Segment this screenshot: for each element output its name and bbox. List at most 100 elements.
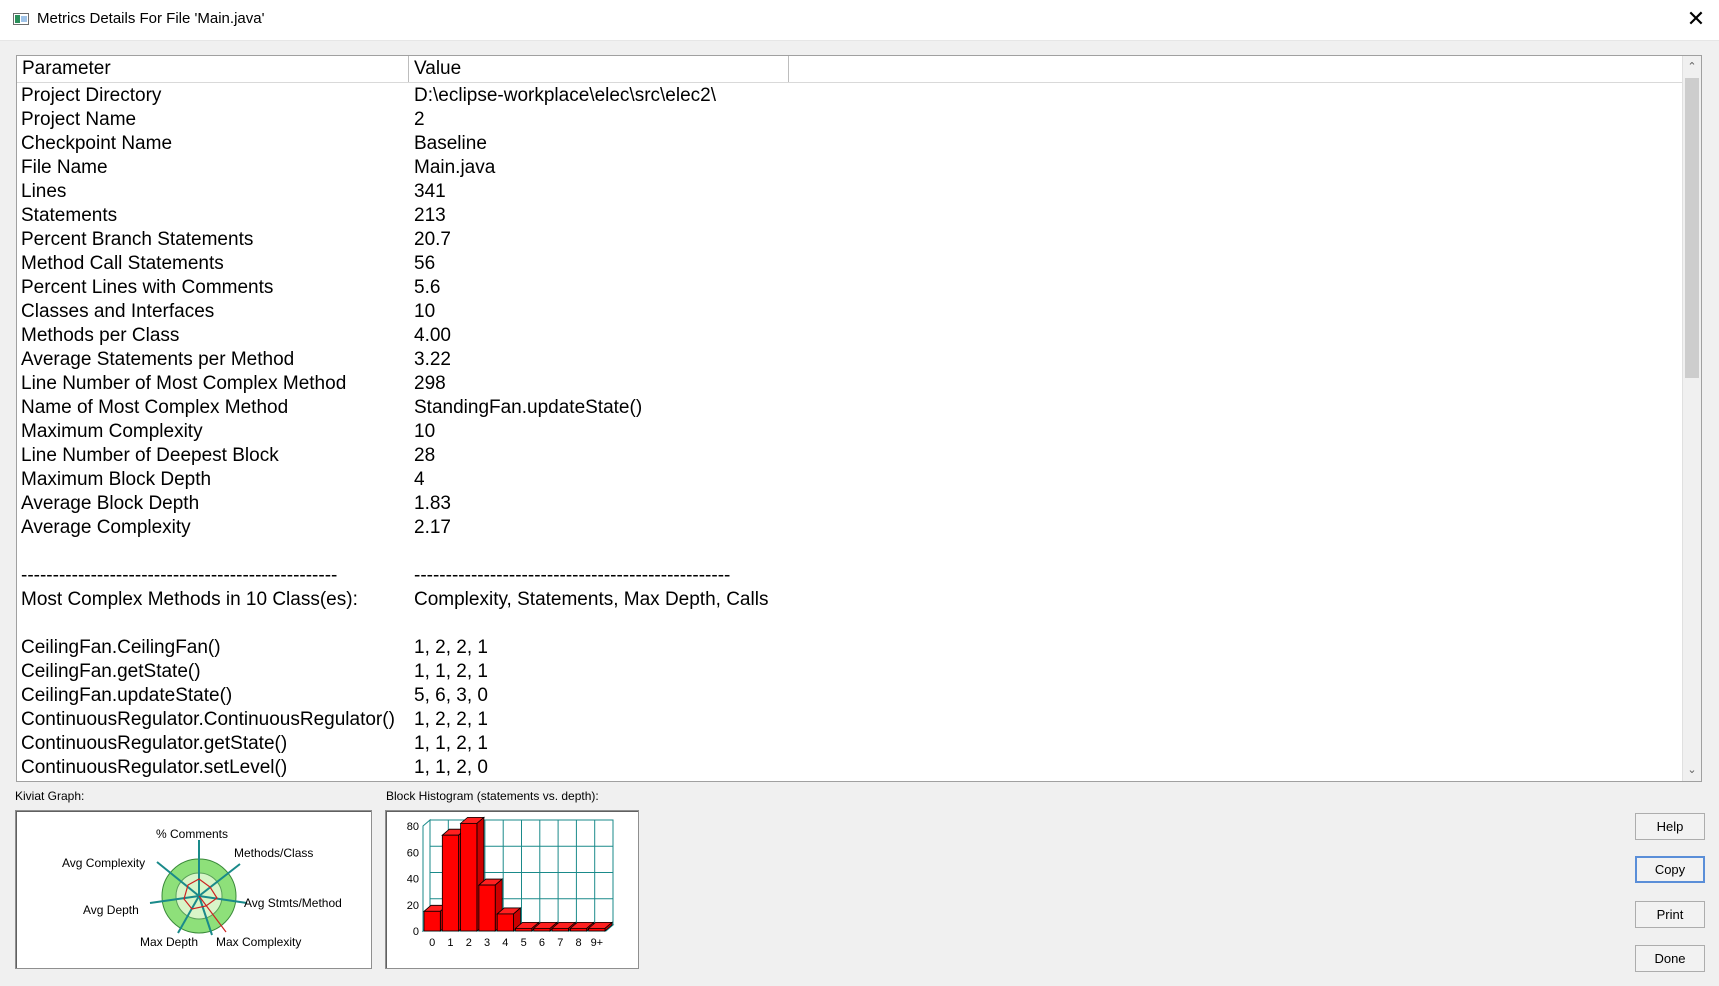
kiviat-axis-avg-stmts: Avg Stmts/Method — [244, 896, 342, 910]
table-row[interactable]: Lines 341 — [17, 180, 1685, 204]
kiviat-svg: % Comments Methods/Class Avg Stmts/Metho… — [62, 827, 342, 949]
parameter-cell: Average Block Depth — [21, 493, 200, 514]
value-cell: 341 — [414, 181, 446, 202]
histogram-label: Block Histogram (statements vs. depth): — [386, 789, 599, 803]
table-row[interactable]: Percent Branch Statements 20.7 — [17, 228, 1685, 252]
histogram-x-tick: 4 — [502, 937, 508, 949]
table-row[interactable]: Statements 213 — [17, 204, 1685, 228]
histogram-svg: 8060402000 1 2 3 4 5 6 7 8 9+ — [407, 816, 615, 949]
table-row[interactable]: Project Directory D:\eclipse-workplace\el… — [17, 84, 1685, 108]
parameter-cell: Name of Most Complex Method — [21, 397, 289, 418]
parameter-cell: Most Complex Methods in 10 Class(es): — [21, 589, 358, 610]
value-cell: ----------------------------------------… — [414, 565, 731, 586]
parameter-cell: Percent Branch Statements — [21, 229, 254, 250]
value-cell: 1, 1, 2, 1 — [414, 661, 488, 682]
parameter-cell: Maximum Block Depth — [21, 469, 212, 490]
table-row[interactable]: Project Name 2 — [17, 108, 1685, 132]
column-header-parameter[interactable]: Parameter — [17, 56, 409, 82]
column-header-value[interactable]: Value — [409, 56, 789, 82]
histogram-x-tick: 2 — [466, 937, 472, 949]
table-row[interactable]: ContinuousRegulator.getState() 1, 1, 2, 1 — [17, 732, 1685, 756]
parameter-cell: CeilingFan.updateState() — [21, 685, 233, 706]
scroll-thumb[interactable] — [1685, 78, 1699, 378]
table-body: Project Directory D:\eclipse-workplace\el… — [17, 84, 1685, 780]
histogram-x-tick: 0 — [429, 937, 435, 949]
table-row[interactable]: CeilingFan.updateState() 5, 6, 3, 0 — [17, 684, 1685, 708]
table-row[interactable]: Line Number of Deepest Block 28 — [17, 444, 1685, 468]
table-row[interactable]: Percent Lines with Comments 5.6 — [17, 276, 1685, 300]
table-row[interactable] — [17, 612, 1685, 636]
value-cell: 5, 6, 3, 0 — [414, 685, 488, 706]
value-cell: 2 — [414, 109, 425, 130]
parameter-cell: Checkpoint Name — [21, 133, 173, 154]
parameter-cell: CeilingFan.getState() — [21, 661, 201, 682]
close-button[interactable]: ✕ — [1673, 0, 1719, 40]
histogram-x-tick: 1 — [447, 937, 453, 949]
value-cell: 298 — [414, 373, 446, 394]
parameter-cell: Average Statements per Method — [21, 349, 295, 370]
table-row[interactable]: CeilingFan.CeilingFan() 1, 2, 2, 1 — [17, 636, 1685, 660]
print-button[interactable]: Print — [1635, 901, 1705, 928]
parameter-cell: Project Name — [21, 109, 137, 130]
parameter-cell: ContinuousRegulator.getState() — [21, 733, 288, 754]
value-cell: StandingFan.updateState() — [414, 397, 643, 418]
table-row[interactable]: Average Complexity 2.17 — [17, 516, 1685, 540]
value-cell: 56 — [414, 253, 436, 274]
kiviat-axis-max-depth: Max Depth — [140, 935, 198, 949]
value-cell: 10 — [414, 301, 436, 322]
value-cell: 20.7 — [414, 229, 451, 250]
scroll-down-icon[interactable]: ⌄ — [1683, 761, 1701, 779]
parameter-cell: Project Directory — [21, 85, 162, 106]
table-row[interactable]: Name of Most Complex Method StandingFan.u… — [17, 396, 1685, 420]
value-cell: 4 — [414, 469, 425, 490]
table-row[interactable]: Maximum Complexity 10 — [17, 420, 1685, 444]
title-bar: Metrics Details For File 'Main.java' ✕ — [0, 0, 1719, 41]
histogram-bar — [515, 927, 533, 932]
copy-button[interactable]: Copy — [1635, 856, 1705, 883]
table-header: Parameter Value — [17, 56, 1685, 83]
table-row[interactable]: CeilingFan.getState() 1, 1, 2, 1 — [17, 660, 1685, 684]
table-row[interactable]: File Name Main.java — [17, 156, 1685, 180]
value-cell: 1.83 — [414, 493, 451, 514]
done-button[interactable]: Done — [1635, 945, 1705, 972]
table-row[interactable]: Classes and Interfaces 10 — [17, 300, 1685, 324]
parameter-cell: Average Complexity — [21, 517, 191, 538]
metrics-table[interactable]: Parameter Value Project Directory D:\ecli… — [16, 55, 1702, 782]
histogram-y-tick: 80 — [407, 821, 419, 833]
table-row[interactable]: Average Block Depth 1.83 — [17, 492, 1685, 516]
parameter-cell: ContinuousRegulator.ContinuousRegulator(… — [21, 709, 395, 730]
help-button[interactable]: Help — [1635, 813, 1705, 840]
value-cell: 4.00 — [414, 325, 451, 346]
parameter-cell: File Name — [21, 157, 108, 178]
histogram-bar — [569, 927, 588, 932]
table-row[interactable]: ----------------------------------------… — [17, 564, 1685, 588]
histogram-x-tick: 8 — [575, 937, 581, 949]
table-row[interactable]: Method Call Statements 56 — [17, 252, 1685, 276]
kiviat-axis-avg-complexity: Avg Complexity — [62, 856, 145, 870]
window-title: Metrics Details For File 'Main.java' — [37, 10, 265, 27]
table-row[interactable]: ContinuousRegulator.setLevel() 1, 1, 2, 0 — [17, 756, 1685, 780]
histogram-bar — [441, 834, 459, 932]
table-row[interactable]: Most Complex Methods in 10 Class(es): Com… — [17, 588, 1685, 612]
vertical-scrollbar[interactable]: ⌃ ⌄ — [1682, 56, 1701, 781]
histogram-x-tick: 7 — [557, 937, 563, 949]
histogram-y-tick: 40 — [407, 874, 419, 886]
table-row[interactable]: Checkpoint Name Baseline — [17, 132, 1685, 156]
value-cell: 5.6 — [414, 277, 441, 298]
scroll-up-icon[interactable]: ⌃ — [1683, 58, 1701, 76]
histogram-bar — [423, 910, 441, 932]
value-cell: Baseline — [414, 133, 487, 154]
kiviat-axis-max-complexity: Max Complexity — [216, 935, 301, 949]
table-row[interactable]: Line Number of Most Complex Method 298 — [17, 372, 1685, 396]
table-row[interactable]: ContinuousRegulator.ContinuousRegulator(… — [17, 708, 1685, 732]
block-histogram: 80 60 40 20 0 0 1 2 3 4 5 6 7 8 9+ — [385, 810, 639, 969]
value-cell: 213 — [414, 205, 446, 226]
histogram-y-tick: 60 — [407, 847, 419, 859]
kiviat-label: Kiviat Graph: — [15, 789, 85, 803]
table-row[interactable]: Maximum Block Depth 4 — [17, 468, 1685, 492]
value-cell: 28 — [414, 445, 436, 466]
histogram-x-tick: 9+ — [591, 937, 604, 949]
table-row[interactable]: Methods per Class 4.00 — [17, 324, 1685, 348]
table-row[interactable] — [17, 540, 1685, 564]
table-row[interactable]: Average Statements per Method 3.22 — [17, 348, 1685, 372]
